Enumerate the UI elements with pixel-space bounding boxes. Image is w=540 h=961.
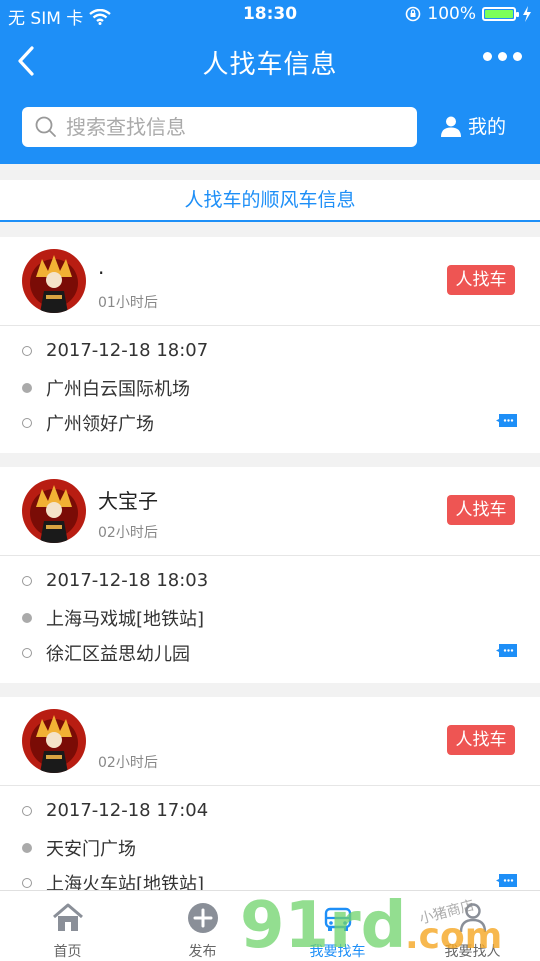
tab-find-car[interactable]: 我要找车: [270, 891, 405, 961]
destination-dot-icon: [22, 648, 32, 658]
origin-dot-icon: [22, 843, 32, 853]
user-name: .: [98, 255, 105, 279]
origin-dot-icon: [22, 613, 32, 623]
tab-label: 我要找人: [444, 944, 501, 960]
tab-find-person[interactable]: 我要找人: [405, 891, 540, 961]
mine-label: 我的: [468, 116, 507, 138]
tab-bar: 首页 发布 我要找车 我要找人: [0, 890, 540, 961]
time-dot-icon: [22, 575, 32, 586]
divider: [0, 785, 540, 786]
destination-location: 徐汇区益思幼儿园: [46, 644, 190, 665]
charging-icon: [523, 6, 531, 22]
divider: [0, 325, 540, 326]
home-icon: [52, 903, 83, 931]
orientation-lock-icon: [406, 6, 421, 22]
message-icon[interactable]: [496, 413, 518, 429]
mine-button[interactable]: 我的: [440, 112, 506, 139]
ride-card[interactable]: . 01小时后 人找车 2017-12-18 18:07 广州白云国际机场 广州…: [0, 237, 540, 453]
destination-dot-icon: [22, 878, 32, 888]
relative-time: 02小时后: [98, 755, 158, 771]
person-icon: [459, 903, 486, 933]
ride-type-badge: 人找车: [447, 265, 515, 295]
plus-icon: [187, 903, 218, 933]
avatar: [22, 249, 86, 313]
status-bar: 无 SIM 卡 18:30 100%: [0, 0, 540, 30]
time-dot-icon: [22, 345, 32, 356]
departure-time: 2017-12-18 18:03: [46, 570, 209, 591]
relative-time: 02小时后: [98, 525, 158, 541]
avatar: [22, 479, 86, 543]
message-icon[interactable]: [496, 873, 518, 889]
ride-card[interactable]: 大宝子 02小时后 人找车 2017-12-18 18:03 上海马戏城[地铁站…: [0, 467, 540, 683]
battery-icon: [482, 7, 519, 21]
search-icon: [35, 116, 56, 137]
tab-label: 首页: [53, 944, 82, 960]
departure-time: 2017-12-18 18:07: [46, 340, 209, 361]
more-options-button[interactable]: [483, 52, 522, 61]
search-input[interactable]: [64, 114, 388, 140]
avatar: [22, 709, 86, 773]
user-icon: [441, 116, 461, 137]
navigation-bar: 人找车信息: [0, 30, 540, 92]
ride-card[interactable]: 02小时后 人找车 2017-12-18 17:04 天安门广场 上海火车站[地…: [0, 697, 540, 913]
tab-home[interactable]: 首页: [0, 891, 135, 961]
status-right: 100%: [405, 4, 532, 24]
origin-dot-icon: [22, 383, 32, 393]
tab-label: 我要找车: [309, 944, 366, 960]
tab-publish[interactable]: 发布: [135, 891, 270, 961]
battery-percent: 100%: [427, 4, 476, 24]
search-bar: 我的: [0, 92, 540, 164]
section-title: 人找车的顺风车信息: [0, 180, 540, 222]
destination-dot-icon: [22, 418, 32, 428]
divider: [0, 555, 540, 556]
ride-type-badge: 人找车: [447, 495, 515, 525]
more-dot-icon: [498, 52, 507, 61]
search-box[interactable]: [22, 107, 417, 147]
departure-time-row: 2017-12-18 18:03: [22, 570, 208, 591]
destination-location: 广州领好广场: [46, 414, 154, 435]
user-name: 大宝子: [98, 489, 158, 513]
departure-time: 2017-12-18 17:04: [46, 800, 209, 821]
destination-row: 徐汇区益思幼儿园: [22, 640, 190, 666]
more-dot-icon: [513, 52, 522, 61]
departure-time-row: 2017-12-18 18:07: [22, 340, 208, 361]
origin-location: 上海马戏城[地铁站]: [46, 609, 205, 630]
tab-label: 发布: [188, 944, 217, 960]
origin-location: 广州白云国际机场: [46, 379, 190, 400]
origin-row: 上海马戏城[地铁站]: [22, 605, 204, 631]
departure-time-row: 2017-12-18 17:04: [22, 800, 208, 821]
page-title: 人找车信息: [202, 50, 338, 80]
car-icon: [324, 907, 351, 931]
relative-time: 01小时后: [98, 295, 158, 311]
time-dot-icon: [22, 805, 32, 816]
origin-location: 天安门广场: [46, 839, 136, 860]
more-dot-icon: [483, 52, 492, 61]
destination-row: 广州领好广场: [22, 410, 154, 436]
origin-row: 广州白云国际机场: [22, 375, 190, 401]
origin-row: 天安门广场: [22, 835, 136, 861]
ride-type-badge: 人找车: [447, 725, 515, 755]
message-icon[interactable]: [496, 643, 518, 659]
